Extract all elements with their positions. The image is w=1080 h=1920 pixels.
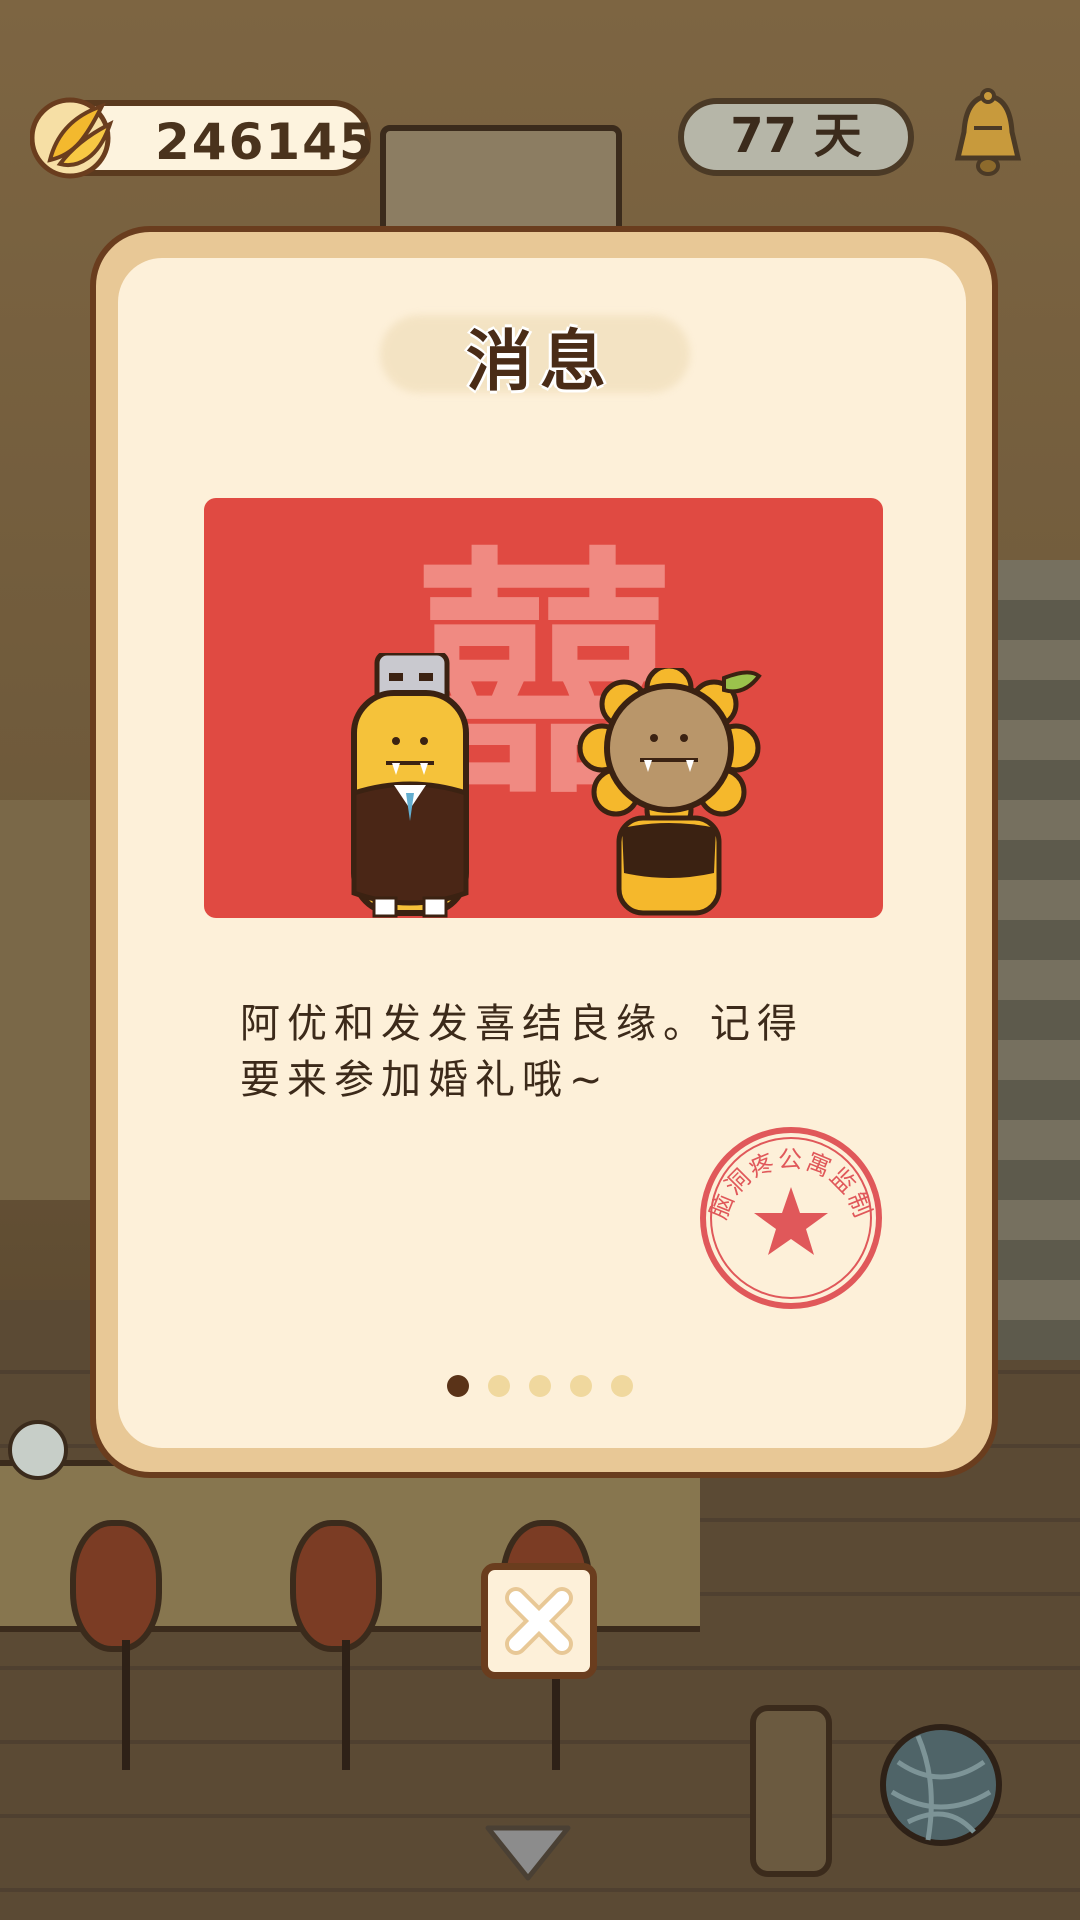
staircase (985, 560, 1080, 1360)
close-button[interactable] (481, 1563, 597, 1679)
page-dot[interactable] (488, 1375, 510, 1397)
message-line: 要来参加婚礼哦~ (240, 1057, 610, 1103)
groom-character (351, 653, 469, 918)
wedding-illustration: 囍 (204, 498, 883, 918)
dialog-message: 阿优和发发喜结良缘。记得 要来参加婚礼哦~ (240, 996, 860, 1108)
bar-stool (290, 1520, 382, 1652)
bell-icon[interactable] (948, 88, 1028, 184)
stool-leg (342, 1640, 350, 1770)
dialog-title: 消息 (466, 323, 614, 400)
stool-leg (122, 1640, 130, 1770)
bar-stool (70, 1520, 162, 1652)
coin-value: 246145 (155, 113, 376, 171)
yarn-ball-icon[interactable] (878, 1722, 1004, 1848)
chevron-down-icon[interactable] (482, 1820, 574, 1884)
cherry-dessert (8, 1420, 68, 1480)
page-indicator (447, 1375, 633, 1399)
page-dot-active[interactable] (447, 1375, 469, 1397)
page-dot[interactable] (611, 1375, 633, 1397)
days-counter: 77 天 (678, 98, 914, 176)
bride-character (577, 668, 762, 916)
message-line: 阿优和发发喜结良缘。记得 (240, 1001, 804, 1047)
page-dot[interactable] (529, 1375, 551, 1397)
pepper-grinder (750, 1705, 832, 1877)
apartment-seal: 脑洞疼公寓监制 (700, 1127, 882, 1309)
cup-shelf (0, 800, 101, 1200)
close-icon (505, 1587, 573, 1655)
banana-icon (30, 97, 114, 179)
page-dot[interactable] (570, 1375, 592, 1397)
